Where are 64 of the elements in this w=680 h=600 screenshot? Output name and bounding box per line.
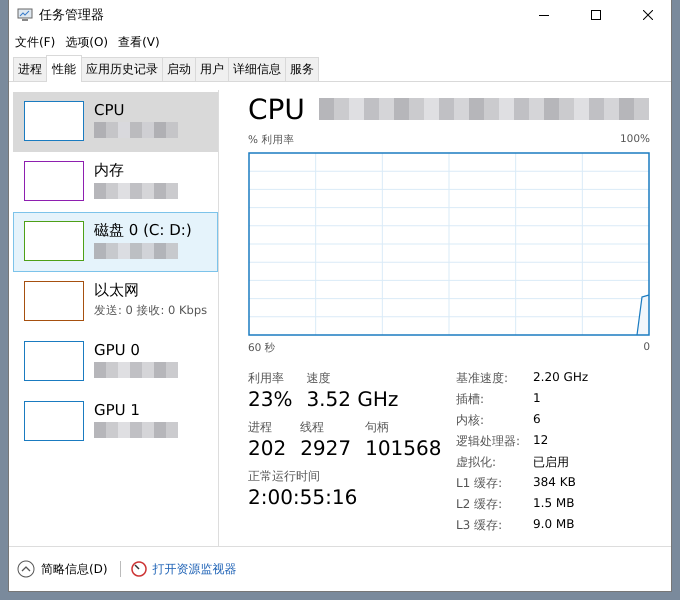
axis-label: % 利用率 [248,133,294,147]
tab[interactable]: 性能 [46,55,82,82]
stat-value: 2:00:55:16 [248,485,358,509]
window-title: 任务管理器 [39,7,104,24]
maximize-icon [591,10,601,20]
spec-label: L2 缓存: [456,496,504,513]
stat-label: 速度 [306,370,332,387]
resource-item[interactable]: GPU 1 [13,392,218,452]
resource-monitor-link[interactable]: 打开资源监视器 [152,560,237,578]
resource-name: 内存 [94,161,125,180]
resource-item[interactable]: 磁盘 0 (C: D:) [13,212,218,272]
resource-item[interactable]: GPU 0 [13,332,218,392]
tab[interactable]: 进程 [13,57,47,81]
spec-label: L1 缓存: [456,475,504,492]
resource-name: 磁盘 0 (C: D:) [94,221,192,240]
resource-name: GPU 0 [94,341,141,359]
stat-label: 进程 [248,419,273,436]
stat-label: 句柄 [365,419,390,436]
spec-value: 已启用 [533,454,570,471]
stat-value: 2927 [300,436,352,460]
resource-name: 以太网 [94,281,140,300]
menu-item[interactable]: 查看(V) [118,34,160,50]
resource-item[interactable]: CPU [13,92,218,152]
resource-item[interactable]: 内存 [13,152,218,212]
summary-button[interactable]: 简略信息(D) [41,560,108,578]
gauge-icon [130,561,147,577]
menu-item[interactable]: 选项(O) [65,34,108,50]
spec-label: 逻辑处理器: [456,433,522,450]
tab[interactable]: 用户 [195,57,229,81]
close-icon [643,10,653,20]
tick-label: 0 [643,341,650,355]
stat-label: 正常运行时间 [248,468,321,485]
spec-value: 1 [533,391,542,407]
tab[interactable]: 详细信息 [228,57,286,81]
spec-value: 12 [533,433,550,449]
detail-title: CPU [248,92,305,126]
spec-value: 6 [533,412,542,428]
menu-item[interactable]: 文件(F) [15,34,56,50]
tick-label: 60 秒 [248,341,276,355]
collapse-icon [17,560,35,578]
stat-value: 23% [248,387,292,411]
tab[interactable]: 应用历史记录 [81,57,163,81]
tick-label: 100% [620,133,650,147]
spec-value: 384 KB [533,475,577,491]
stat-label: 线程 [300,419,326,436]
stat-value: 3.52 GHz [306,387,398,411]
resource-name: GPU 1 [94,401,141,419]
monitor-icon [17,8,33,22]
tab[interactable]: 启动 [162,57,196,81]
spec-label: 内核: [456,412,486,429]
resource-item[interactable]: 以太网 发送: 0 接收: 0 Kbps [13,272,218,332]
spec-label: 基准速度: [456,370,510,387]
stat-value: 202 [248,436,286,460]
resource-name: CPU [94,101,126,119]
spec-value: 1.5 MB [533,496,576,512]
spec-value: 2.20 GHz [533,370,588,386]
resource-detail: 发送: 0 接收: 0 Kbps [94,303,207,318]
stat-label: 利用率 [248,370,285,387]
spec-label: 插槽: [456,391,486,408]
spec-label: 虚拟化: [456,454,498,471]
spec-label: L3 缓存: [456,517,504,534]
stat-value: 101568 [365,436,442,460]
tab[interactable]: 服务 [285,57,319,81]
spec-value: 9.0 MB [533,517,576,533]
